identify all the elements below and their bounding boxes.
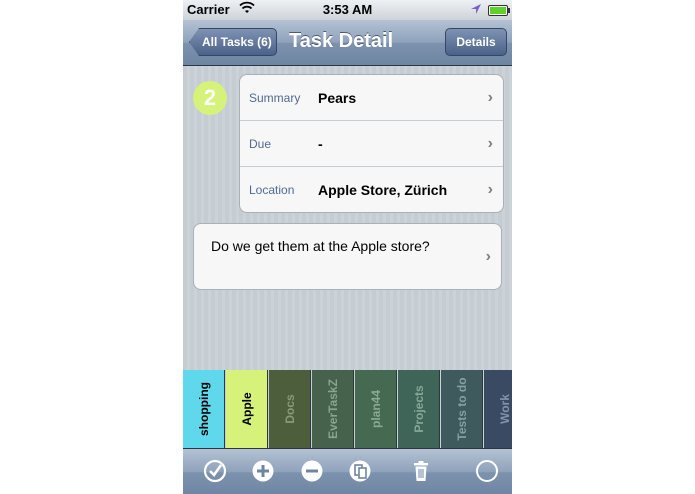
category-tab-label: plan44 (368, 389, 383, 429)
bottom-toolbar (183, 448, 512, 494)
category-tab-label: Tests to do (454, 377, 469, 441)
note-cell[interactable]: Do we get them at the Apple store? › (193, 223, 502, 290)
category-tab-evertaskz[interactable]: EverTaskZ (312, 370, 354, 448)
add-icon[interactable] (251, 459, 275, 483)
location-value: Apple Store, Zürich (318, 182, 448, 198)
category-tab-tests-to-do[interactable]: Tests to do (441, 370, 483, 448)
task-number-badge: 2 (193, 81, 227, 115)
category-tab-work[interactable]: Work (484, 370, 512, 448)
category-tabs: shopping Apple Docs EverTaskZ plan44 Pro… (183, 370, 512, 448)
summary-row[interactable]: Summary Pears › (240, 75, 503, 121)
chevron-right-icon: › (487, 135, 493, 152)
chevron-right-icon: › (487, 89, 493, 106)
chevron-right-icon: › (485, 248, 491, 265)
clock: 3:53 AM (322, 2, 373, 17)
trash-icon[interactable] (409, 459, 433, 483)
category-tab-label: Apple (239, 392, 254, 426)
category-tab-label: EverTaskZ (325, 379, 340, 439)
category-tab-label: shopping (196, 382, 211, 436)
category-tab-docs[interactable]: Docs (269, 370, 311, 448)
note-text: Do we get them at the Apple store? (211, 238, 430, 254)
copy-icon[interactable] (348, 459, 372, 483)
all-tasks-back-button[interactable]: All Tasks (6) (189, 28, 277, 56)
details-button[interactable]: Details (445, 28, 507, 56)
due-row[interactable]: Due - › (240, 121, 503, 167)
category-tab-label: Projects (411, 385, 426, 433)
checkmark-icon[interactable] (203, 459, 227, 483)
summary-label: Summary (249, 91, 301, 105)
location-row[interactable]: Location Apple Store, Zürich › (240, 167, 503, 212)
remove-icon[interactable] (300, 459, 324, 483)
battery-icon (488, 5, 510, 16)
status-bar: Carrier 3:53 AM (183, 0, 512, 20)
page-title: Task Detail (289, 30, 394, 52)
category-tab-plan44[interactable]: plan44 (355, 370, 397, 448)
phone-screen: Carrier 3:53 AM All Tasks (6) Task Detai… (183, 0, 512, 494)
category-tab-projects[interactable]: Projects (398, 370, 440, 448)
summary-value: Pears (318, 90, 357, 106)
category-tab-shopping[interactable]: shopping (183, 370, 225, 448)
location-arrow-icon (470, 3, 482, 18)
due-label: Due (249, 137, 272, 151)
category-tab-label: Docs (282, 394, 297, 424)
navigation-bar: All Tasks (6) Task Detail Details (183, 20, 512, 66)
task-fields-table: Summary Pears › Due - › Location Apple S… (239, 74, 504, 213)
due-value: - (318, 136, 323, 152)
location-label: Location (249, 183, 295, 197)
category-tab-label: Work (497, 394, 512, 424)
category-tab-apple[interactable]: Apple (226, 370, 268, 448)
chevron-right-icon: › (487, 181, 493, 198)
circle-icon[interactable] (475, 459, 499, 483)
